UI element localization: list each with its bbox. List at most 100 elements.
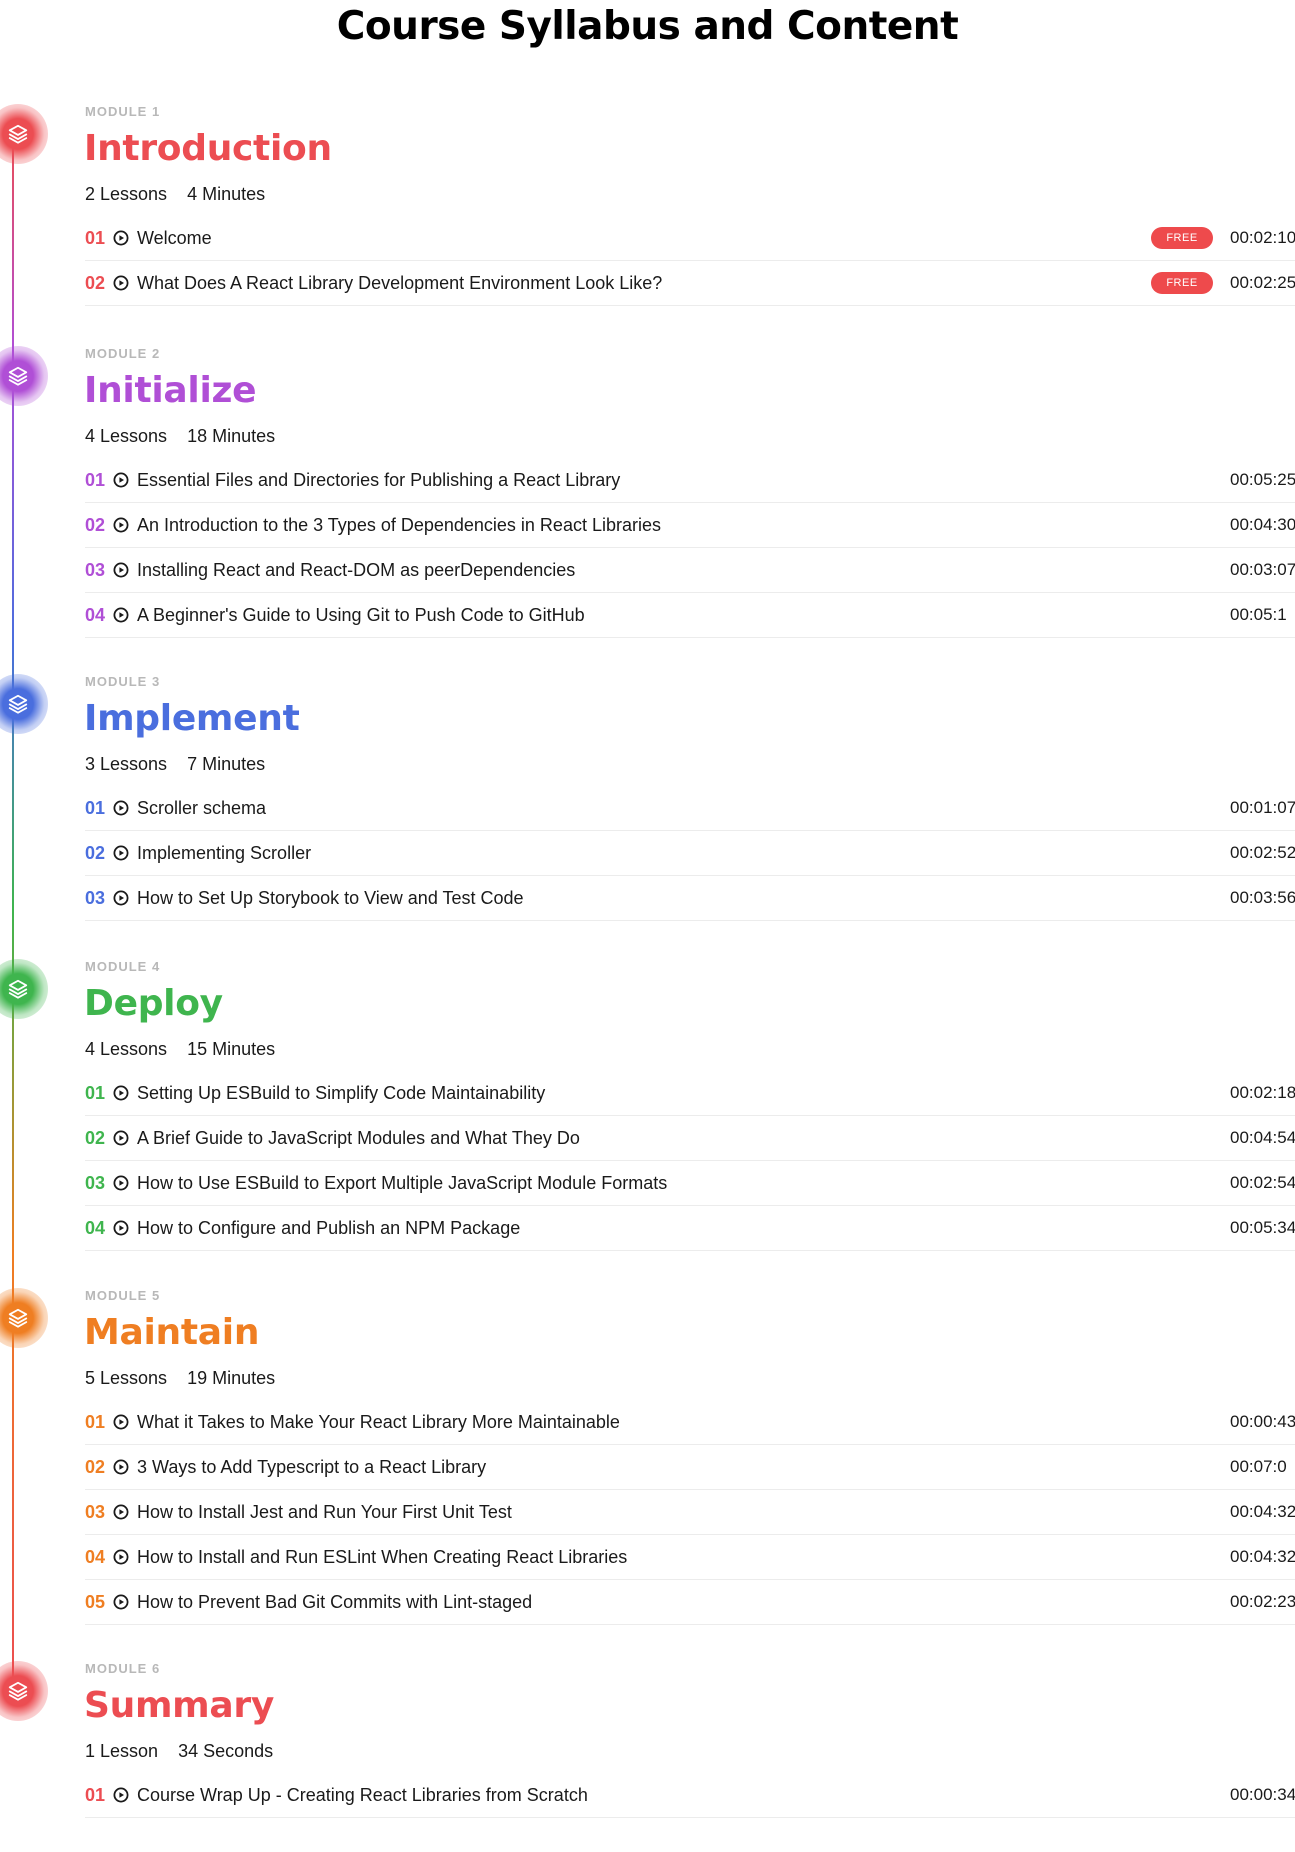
module-lesson-count: 5 Lessons	[85, 1368, 168, 1388]
module-marker	[0, 104, 48, 164]
play-circle-icon[interactable]	[113, 562, 129, 578]
lesson-row[interactable]: 01 Setting Up ESBuild to Simplify Code Ma…	[85, 1071, 1295, 1116]
module-lesson-count: 1 Lesson	[85, 1741, 159, 1761]
module-title: Implement	[84, 698, 300, 739]
play-circle-icon[interactable]	[113, 1459, 129, 1475]
module-lesson-count: 4 Lessons	[85, 426, 168, 446]
lesson-number: 01	[85, 1082, 106, 1103]
lesson-title-link[interactable]: Essential Files and Directories for Publ…	[137, 470, 620, 491]
page-title: Course Syllabus and Content	[336, 4, 959, 49]
lesson-row[interactable]: 01 Scroller schema 00:01:07	[85, 786, 1295, 831]
module-marker	[0, 346, 48, 406]
module-label: MODULE 2	[85, 346, 161, 361]
module-meta: 5 Lessons 19 Minutes	[85, 1368, 275, 1389]
play-circle-icon[interactable]	[113, 800, 129, 816]
lesson-title-link[interactable]: An Introduction to the 3 Types of Depend…	[137, 515, 661, 536]
play-circle-icon[interactable]	[113, 1787, 129, 1803]
play-circle-icon[interactable]	[113, 517, 129, 533]
lesson-title-link[interactable]: A Brief Guide to JavaScript Modules and …	[137, 1128, 580, 1149]
lesson-row[interactable]: 05 How to Prevent Bad Git Commits with Li…	[85, 1580, 1295, 1625]
module-duration: 7 Minutes	[187, 754, 266, 774]
lesson-number: 05	[85, 1591, 106, 1612]
module-title: Summary	[84, 1685, 274, 1726]
lesson-number: 03	[85, 887, 106, 908]
lesson-title-link[interactable]: Course Wrap Up - Creating React Librarie…	[137, 1785, 588, 1806]
lesson-title-link[interactable]: How to Install Jest and Run Your First U…	[137, 1502, 512, 1523]
lesson-row[interactable]: 02 An Introduction to the 3 Types of Depe…	[85, 503, 1295, 548]
lesson-title-link[interactable]: 3 Ways to Add Typescript to a React Libr…	[137, 1457, 486, 1478]
lesson-list: 01 Scroller schema 00:01:07 02 Implementing …	[85, 786, 1295, 921]
play-circle-icon[interactable]	[113, 1504, 129, 1520]
free-badge: FREE	[1151, 272, 1213, 294]
lesson-row[interactable]: 03 How to Use ESBuild to Export Multiple …	[85, 1161, 1295, 1206]
module-label: MODULE 3	[85, 674, 161, 689]
play-circle-icon[interactable]	[113, 1220, 129, 1236]
lesson-duration: 00:02:10	[1230, 228, 1295, 247]
play-circle-icon[interactable]	[113, 1594, 129, 1610]
lesson-title-link[interactable]: Installing React and React-DOM as peerDe…	[137, 560, 575, 581]
lesson-row[interactable]: 01 Course Wrap Up - Creating React Librar…	[85, 1773, 1295, 1818]
module-lesson-count: 2 Lessons	[85, 184, 168, 204]
layers-icon	[7, 365, 29, 387]
lesson-title-link[interactable]: What it Takes to Make Your React Library…	[137, 1412, 620, 1433]
play-circle-icon[interactable]	[113, 1549, 129, 1565]
lesson-number: 01	[85, 1784, 106, 1805]
lesson-title-link[interactable]: How to Set Up Storybook to View and Test…	[137, 888, 524, 909]
module-label: MODULE 4	[85, 959, 161, 974]
lesson-row[interactable]: 04 A Beginner's Guide to Using Git to Pus…	[85, 593, 1295, 638]
layers-icon	[7, 693, 29, 715]
module-marker	[0, 959, 48, 1019]
lesson-row[interactable]: 03 How to Set Up Storybook to View and Te…	[85, 876, 1295, 921]
lesson-row[interactable]: 04 How to Install and Run ESLint When Cre…	[85, 1535, 1295, 1580]
lesson-title-link[interactable]: Welcome	[137, 228, 212, 249]
module-duration: 18 Minutes	[187, 426, 276, 446]
lesson-title-link[interactable]: A Beginner's Guide to Using Git to Push …	[137, 605, 585, 626]
play-circle-icon[interactable]	[113, 890, 129, 906]
lesson-number: 04	[85, 1546, 106, 1567]
play-circle-icon[interactable]	[113, 275, 129, 291]
play-circle-icon[interactable]	[113, 230, 129, 246]
lesson-title-link[interactable]: Implementing Scroller	[137, 843, 311, 864]
play-circle-icon[interactable]	[113, 1414, 129, 1430]
lesson-duration: 00:02:54	[1230, 1173, 1295, 1192]
lesson-row[interactable]: 03 How to Install Jest and Run Your First…	[85, 1490, 1295, 1535]
play-circle-icon[interactable]	[113, 472, 129, 488]
lesson-row[interactable]: 04 How to Configure and Publish an NPM Pa…	[85, 1206, 1295, 1251]
lesson-duration: 00:04:32	[1230, 1502, 1295, 1521]
lesson-title-link[interactable]: Scroller schema	[137, 798, 266, 819]
lesson-row[interactable]: 02 A Brief Guide to JavaScript Modules an…	[85, 1116, 1295, 1161]
lesson-title-link[interactable]: What Does A React Library Development En…	[137, 273, 662, 294]
lesson-title-link[interactable]: How to Configure and Publish an NPM Pack…	[137, 1218, 520, 1239]
play-circle-icon[interactable]	[113, 607, 129, 623]
lesson-number: 02	[85, 1456, 106, 1477]
play-circle-icon[interactable]	[113, 1085, 129, 1101]
module-duration: 34 Seconds	[178, 1741, 274, 1761]
lesson-title-link[interactable]: How to Use ESBuild to Export Multiple Ja…	[137, 1173, 667, 1194]
lesson-duration: 00:02:25	[1230, 273, 1295, 292]
lesson-row[interactable]: 02 What Does A React Library Development …	[85, 261, 1295, 306]
lesson-row[interactable]: 01 Welcome FREE 00:02:10	[85, 216, 1295, 261]
lesson-number: 01	[85, 797, 106, 818]
lesson-number: 02	[85, 1127, 106, 1148]
lesson-title-link[interactable]: How to Install and Run ESLint When Creat…	[137, 1547, 627, 1568]
lesson-row[interactable]: 01 Essential Files and Directories for Pu…	[85, 458, 1295, 503]
lesson-duration: 00:03:07	[1230, 560, 1295, 579]
lesson-number: 04	[85, 604, 106, 625]
module-marker	[0, 674, 48, 734]
layers-icon	[7, 1680, 29, 1702]
lesson-row[interactable]: 02 3 Ways to Add Typescript to a React Li…	[85, 1445, 1295, 1490]
lesson-title-link[interactable]: How to Prevent Bad Git Commits with Lint…	[137, 1592, 532, 1613]
lesson-row[interactable]: 01 What it Takes to Make Your React Libra…	[85, 1400, 1295, 1445]
play-circle-icon[interactable]	[113, 845, 129, 861]
layers-icon	[7, 1307, 29, 1329]
lesson-row[interactable]: 02 Implementing Scroller 00:02:52	[85, 831, 1295, 876]
layers-icon	[7, 123, 29, 145]
module-marker	[0, 1288, 48, 1348]
play-circle-icon[interactable]	[113, 1130, 129, 1146]
lesson-row[interactable]: 03 Installing React and React-DOM as peer…	[85, 548, 1295, 593]
play-circle-icon[interactable]	[113, 1175, 129, 1191]
lesson-title-link[interactable]: Setting Up ESBuild to Simplify Code Main…	[137, 1083, 545, 1104]
module-meta: 4 Lessons 15 Minutes	[85, 1039, 275, 1060]
lesson-duration: 00:00:43	[1230, 1412, 1295, 1431]
lesson-duration: 00:04:32	[1230, 1547, 1295, 1566]
